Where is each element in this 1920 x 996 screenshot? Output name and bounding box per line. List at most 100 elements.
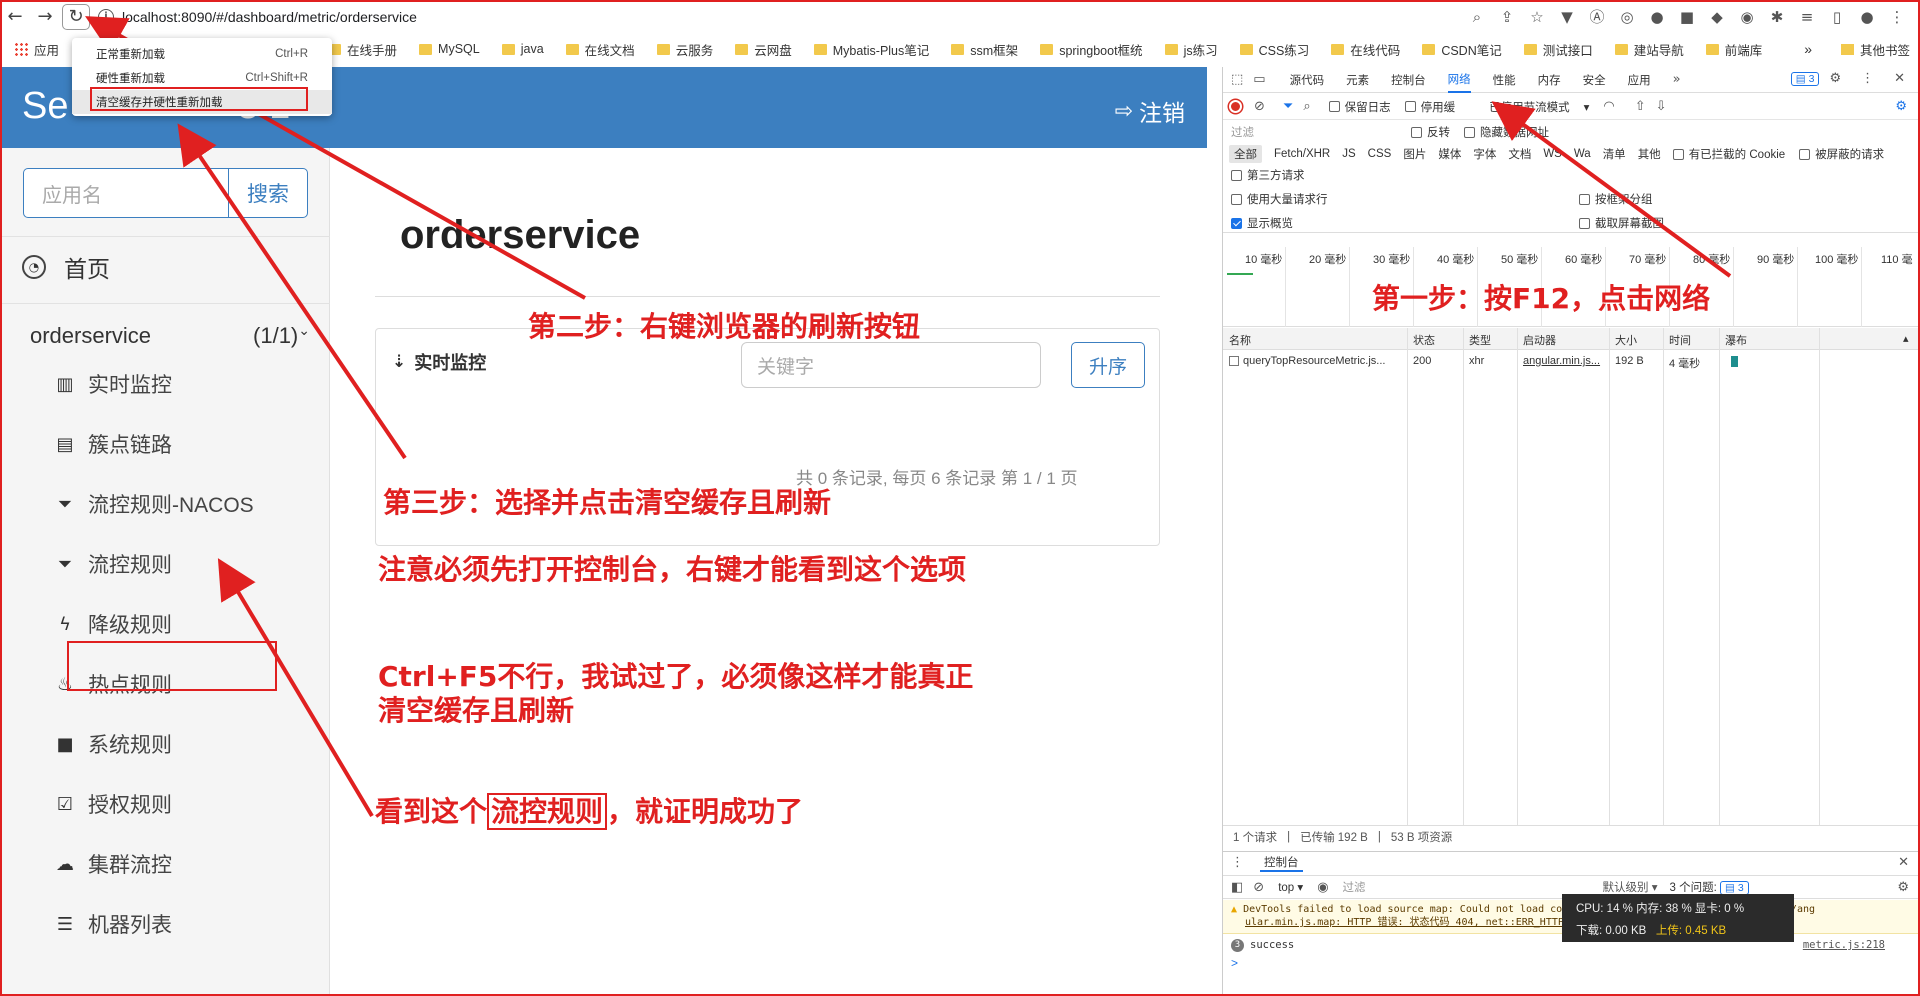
network-filter-input[interactable]: 过滤: [1231, 124, 1391, 140]
side-panel-icon[interactable]: ▯: [1828, 8, 1846, 26]
context-select[interactable]: top ▾: [1278, 880, 1303, 894]
type-filter[interactable]: 文档: [1508, 146, 1531, 162]
tab-elements[interactable]: 元素: [1346, 67, 1369, 93]
search-button[interactable]: 搜索: [228, 168, 308, 218]
column-header-waterfall[interactable]: 瀑布: [1725, 332, 1747, 348]
bookmark-item[interactable]: CSS练习: [1239, 40, 1309, 59]
profile-icon[interactable]: ●: [1858, 8, 1876, 26]
address-bar[interactable]: i localhost:8090/#/dashboard/metric/orde…: [98, 3, 1468, 31]
forward-arrow-icon[interactable]: →: [30, 2, 60, 32]
sidebar-item-flow-rules-nacos[interactable]: ⏷ 流控规则-NACOS: [54, 484, 254, 524]
wifi-icon[interactable]: ◠: [1603, 99, 1614, 114]
translate-icon[interactable]: Ⓐ: [1588, 6, 1606, 27]
site-info-icon[interactable]: i: [98, 8, 114, 25]
sidebar-item-realtime-monitor[interactable]: ▥ 实时监控: [54, 364, 172, 404]
tab-application[interactable]: 应用: [1628, 67, 1651, 93]
logout-button[interactable]: ⇨ 注销: [1115, 94, 1185, 128]
issues-badge[interactable]: ▤ 3: [1790, 71, 1820, 86]
tab-memory[interactable]: 内存: [1538, 67, 1561, 93]
hide-data-urls-checkbox[interactable]: 隐藏数据网址: [1464, 124, 1549, 140]
capture-screenshots-checkbox[interactable]: 截取屏幕截图: [1579, 215, 1664, 231]
table-row[interactable]: queryTopResourceMetric.js... 200 xhr ang…: [1223, 351, 1920, 373]
type-filter[interactable]: 清单: [1603, 146, 1626, 162]
clear-console-icon[interactable]: ⊘: [1253, 880, 1264, 895]
clear-icon[interactable]: ⊘: [1254, 99, 1265, 114]
bookmark-item[interactable]: 在线代码: [1331, 40, 1400, 59]
column-header-initiator[interactable]: 启动器: [1523, 332, 1556, 348]
bookmark-item[interactable]: springboot框统: [1040, 40, 1143, 59]
console-filter-input[interactable]: 过滤: [1343, 879, 1523, 895]
bookmark-item[interactable]: 在线文档: [565, 40, 635, 59]
invert-checkbox[interactable]: 反转: [1411, 124, 1450, 140]
tab-console[interactable]: 控制台: [1391, 67, 1426, 93]
zoom-icon[interactable]: ⌕: [1468, 8, 1486, 26]
bookmarks-overflow-icon[interactable]: »: [1804, 41, 1812, 57]
disable-cache-checkbox[interactable]: 停用缓: [1404, 99, 1455, 115]
keyword-input[interactable]: 关键字: [741, 342, 1041, 388]
settings-gear-icon[interactable]: ⚙: [1897, 880, 1909, 895]
bookmark-apps[interactable]: 应用: [14, 40, 59, 59]
share-icon[interactable]: ⇪: [1498, 8, 1516, 26]
bookmark-item[interactable]: js练习: [1164, 40, 1218, 59]
url-text[interactable]: localhost:8090/#/dashboard/metric/orders…: [122, 9, 417, 25]
bookmark-item[interactable]: java: [501, 42, 544, 56]
inspect-icon[interactable]: ⬚: [1231, 72, 1243, 87]
sort-caret-icon[interactable]: ▴: [1903, 332, 1909, 345]
sidebar-item-system-rules[interactable]: ■ 系统规则: [54, 724, 172, 764]
search-icon[interactable]: ⌕: [1303, 99, 1310, 114]
tab-console-drawer[interactable]: 控制台: [1260, 854, 1303, 872]
show-overview-checkbox[interactable]: 显示概览: [1231, 215, 1328, 231]
tab-network[interactable]: 网络: [1447, 67, 1471, 93]
extension-icon[interactable]: ●: [1648, 8, 1666, 26]
reload-icon[interactable]: ↻: [62, 3, 90, 30]
console-issues[interactable]: 3 个问题: ▤ 3: [1670, 879, 1749, 895]
filter-icon[interactable]: ⏷: [1283, 99, 1293, 114]
column-header-type[interactable]: 类型: [1469, 332, 1491, 348]
extension-icon[interactable]: ◆: [1708, 8, 1726, 26]
search-input[interactable]: 应用名: [23, 168, 228, 218]
preserve-log-checkbox[interactable]: 保留日志: [1328, 99, 1391, 115]
type-filter[interactable]: 其他: [1638, 146, 1661, 162]
tab-sources[interactable]: 源代码: [1290, 67, 1325, 93]
large-rows-checkbox[interactable]: 使用大量请求行: [1231, 191, 1328, 207]
sidebar-item-flow-rules[interactable]: ⏷ 流控规则: [54, 544, 172, 584]
tab-security[interactable]: 安全: [1583, 67, 1606, 93]
bookmark-item[interactable]: 前端库: [1705, 40, 1762, 59]
bookmark-item[interactable]: CSDN笔记: [1422, 40, 1502, 59]
column-header-status[interactable]: 状态: [1413, 332, 1435, 348]
bookmark-item[interactable]: 在线手册: [328, 40, 397, 59]
blocked-cookies-checkbox[interactable]: 有已拦截的 Cookie: [1672, 146, 1785, 162]
sidebar-item-machine-list[interactable]: ☰ 机器列表: [54, 904, 172, 944]
third-party-checkbox[interactable]: 第三方请求: [1231, 167, 1305, 183]
settings-gear-icon[interactable]: ⚙: [1895, 99, 1907, 114]
device-toggle-icon[interactable]: ▭: [1253, 72, 1265, 87]
bookmark-star-icon[interactable]: ☆: [1528, 8, 1546, 26]
tab-performance[interactable]: 性能: [1493, 67, 1516, 93]
type-filter[interactable]: 媒体: [1438, 146, 1461, 162]
sidebar-item-degrade-rules[interactable]: ϟ 降级规则: [54, 604, 172, 644]
extension-icon[interactable]: ◎: [1618, 8, 1636, 26]
sidebar-item-cluster-flow[interactable]: ☁ 集群流控: [54, 844, 172, 884]
type-filter[interactable]: Fetch/XHR: [1274, 148, 1330, 160]
record-icon[interactable]: [1229, 100, 1242, 113]
blocked-requests-checkbox[interactable]: 被屏蔽的请求: [1799, 146, 1884, 162]
type-filter[interactable]: WS: [1543, 148, 1562, 160]
puzzle-icon[interactable]: ✱: [1768, 8, 1786, 26]
extension-icon[interactable]: ■: [1678, 8, 1696, 26]
bookmark-item[interactable]: 云网盘: [735, 40, 792, 59]
type-filter[interactable]: 图片: [1403, 146, 1426, 162]
import-icon[interactable]: ⇧: [1635, 99, 1646, 114]
bookmark-item[interactable]: 建站导航: [1614, 40, 1684, 59]
column-header-size[interactable]: 大小: [1615, 332, 1637, 348]
bookmark-item[interactable]: MySQL: [419, 42, 480, 56]
console-prompt[interactable]: >: [1231, 956, 1238, 970]
group-by-frame-checkbox[interactable]: 按框架分组: [1579, 191, 1664, 207]
sidebar-item-cluster-point-link[interactable]: ▤ 簇点链路: [54, 424, 172, 464]
bookmark-item[interactable]: ssm框架: [951, 40, 1018, 59]
close-icon[interactable]: ✕: [1898, 855, 1909, 870]
sidebar-item-auth-rules[interactable]: ☑ 授权规则: [54, 784, 172, 824]
type-filter[interactable]: JS: [1342, 148, 1355, 160]
sidebar-toggle-icon[interactable]: ◧: [1231, 880, 1243, 895]
export-icon[interactable]: ⇩: [1656, 99, 1667, 114]
log-source-link[interactable]: metric.js:218: [1803, 939, 1885, 951]
